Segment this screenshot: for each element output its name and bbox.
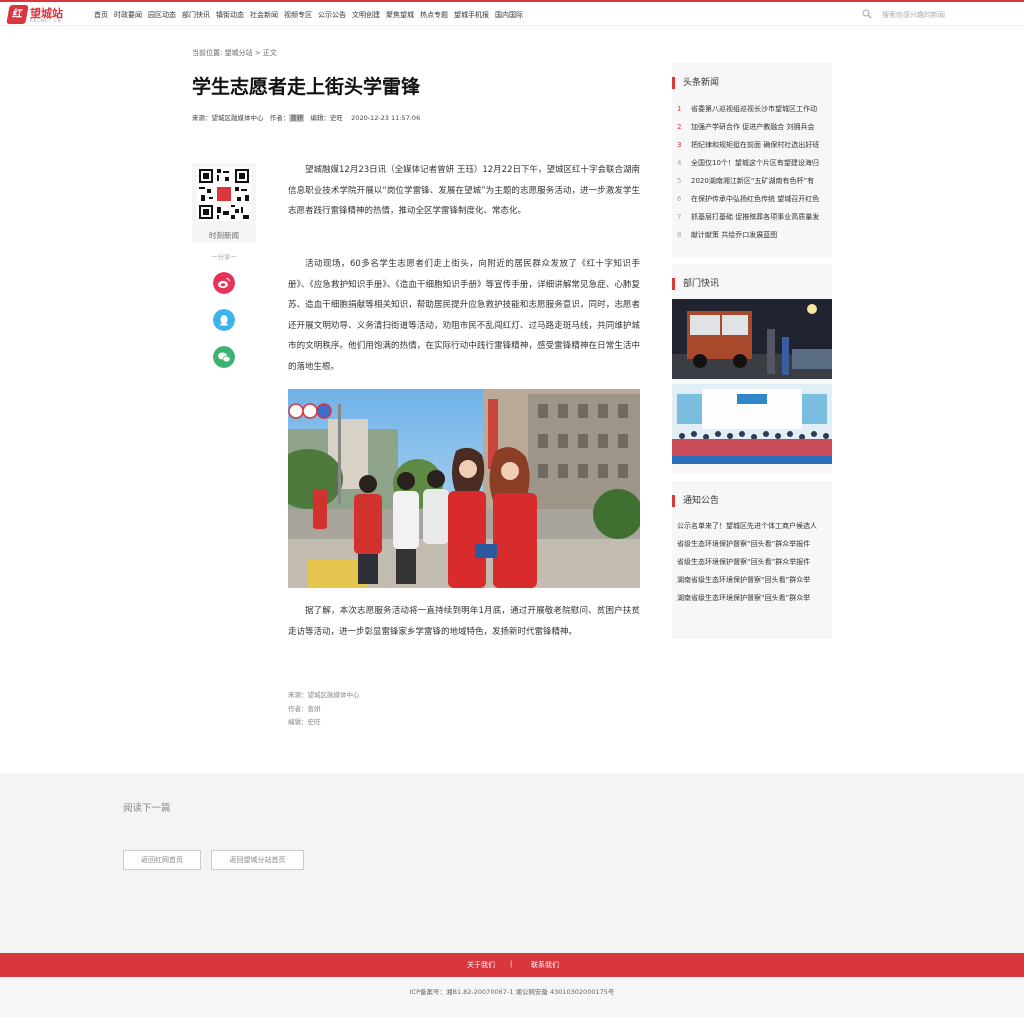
share-separator: 一分享一 bbox=[211, 253, 237, 261]
footer-divider: | bbox=[510, 960, 513, 968]
article-title: 学生志愿者走上街头学雷锋 bbox=[192, 76, 421, 98]
article-meta: 来源：望城区融媒体中心 作者：曾妍 编辑：史旺 2020-12-23 11:57… bbox=[192, 112, 420, 122]
qr-code-box: 时刻新闻 bbox=[192, 163, 256, 243]
dept-news-title: 部门快讯 bbox=[672, 278, 719, 290]
meta-editor: 编辑：史旺 bbox=[310, 114, 343, 122]
nav-item[interactable]: 聚焦望城 bbox=[386, 10, 414, 20]
logo-subtext: RECNET.CN bbox=[30, 18, 62, 23]
notice-item[interactable]: 湖南省级生态环境保护督察“回头看”群众举 bbox=[677, 571, 827, 589]
headline-rank: 3 bbox=[677, 141, 682, 149]
search-input[interactable] bbox=[882, 9, 992, 20]
icp-footer: ICP备案号：湘B1.82-20070067-1 湘公网安备 430103020… bbox=[0, 977, 1024, 1017]
article-paragraph-2: 活动现场，60多名学生志愿者们走上街头，向附近的居民群众发放了《红十字知识手册》… bbox=[288, 259, 640, 372]
headline-text: 加强产学研合作 促进产教融合 刘拥兵会 bbox=[691, 123, 815, 131]
dept-news-thumbnail-2[interactable] bbox=[672, 384, 832, 464]
weibo-share-icon[interactable] bbox=[213, 272, 235, 294]
dept-news-panel: 部门快讯 bbox=[672, 264, 832, 474]
logo-mark-icon: 红 bbox=[6, 5, 29, 24]
icp-text: ICP备案号：湘B1.82-20070067-1 湘公网安备 430103020… bbox=[409, 988, 615, 996]
notice-item[interactable]: 省级生态环境保护督察“回头看”群众举报件 bbox=[677, 553, 827, 571]
nav-item[interactable]: 部门快讯 bbox=[182, 10, 210, 20]
nav-item[interactable]: 热点专题 bbox=[420, 10, 448, 20]
breadcrumb: 当前位置: 望城分站 > 正文 bbox=[192, 49, 277, 57]
nav-item[interactable]: 时政要闻 bbox=[114, 10, 142, 20]
back-to-rednet-home-button[interactable]: 返回红网首页 bbox=[123, 850, 201, 870]
qq-share-icon[interactable] bbox=[213, 309, 235, 331]
search-icon[interactable] bbox=[862, 9, 872, 19]
contact-us-link[interactable]: 联系我们 bbox=[531, 960, 559, 970]
main-nav: 首页 时政要闻 园区动态 部门快讯 镇街动态 社会新闻 视频专区 公示公告 文明创建 聚焦望城 热点… bbox=[94, 10, 529, 20]
nav-item[interactable]: 社会新闻 bbox=[250, 10, 278, 20]
read-next-title: 阅读下一篇 bbox=[123, 803, 171, 814]
headline-item[interactable]: 1 省委第八巡视组巡视长沙市望城区工作动 bbox=[677, 100, 827, 118]
footer-editor: 编辑：史旺 bbox=[288, 718, 321, 726]
article-paragraph-1: 望城融媒12月23日讯（全媒体记者曾妍 王珏）12月22日下午，望城区红十字会联… bbox=[288, 165, 640, 216]
meta-source: 来源：望城区融媒体中心 bbox=[192, 114, 264, 122]
nav-item[interactable]: 望城手机报 bbox=[454, 10, 489, 20]
headline-item[interactable]: 2 加强产学研合作 促进产教融合 刘拥兵会 bbox=[677, 118, 827, 136]
notice-title: 通知公告 bbox=[672, 495, 719, 507]
read-next-section: 阅读下一篇 返回红网首页 返回望城分站首页 bbox=[0, 773, 1024, 931]
notice-item[interactable]: 公示名单来了！望城区先进个体工商户候选人 bbox=[677, 517, 827, 535]
article-photo-volunteers bbox=[288, 389, 640, 588]
headline-rank: 4 bbox=[677, 159, 682, 167]
qr-code bbox=[197, 167, 251, 221]
meta-author: 曾妍 bbox=[289, 114, 305, 122]
headline-item[interactable]: 5 2020湖南湘江新区“五矿湖南有色杯”有 bbox=[677, 172, 827, 190]
headline-rank: 7 bbox=[677, 213, 682, 221]
headline-text: 2020湖南湘江新区“五矿湖南有色杯”有 bbox=[691, 177, 815, 185]
notice-item[interactable]: 湖南省级生态环境保护督察“回头看”群众举 bbox=[677, 589, 827, 607]
article-paragraph-3: 据了解，本次志愿服务活动将一直持续到明年1月底，通过开展敬老院慰问、贫困户扶贫走… bbox=[288, 606, 640, 637]
dept-news-thumbnail-1[interactable] bbox=[672, 299, 832, 379]
headline-item[interactable]: 4 全国仅10个！望城这个片区有望建设海归 bbox=[677, 154, 827, 172]
headline-rank: 6 bbox=[677, 195, 682, 203]
headline-text: 在保护传承中弘扬红色传统 望城召开红色 bbox=[691, 195, 820, 203]
headlines-title: 头条新闻 bbox=[672, 77, 719, 89]
footer-author: 作者：曾妍 bbox=[288, 705, 321, 713]
search-box bbox=[862, 9, 1002, 21]
wechat-share-icon[interactable] bbox=[213, 346, 235, 368]
headline-rank: 5 bbox=[677, 177, 682, 185]
headline-rank: 8 bbox=[677, 231, 682, 239]
site-header: 红 望城站 RECNET.CN 首页 时政要闻 园区动态 部门快讯 镇街动态 社会新闻 视频… bbox=[0, 2, 1024, 26]
nav-item[interactable]: 镇街动态 bbox=[216, 10, 244, 20]
headline-text: 全国仅10个！望城这个片区有望建设海归 bbox=[691, 159, 819, 167]
headline-text: 献计献策 共绘乔口发展蓝图 bbox=[691, 231, 778, 239]
headline-text: 省委第八巡视组巡视长沙市望城区工作动 bbox=[691, 105, 817, 113]
notice-panel: 通知公告 公示名单来了！望城区先进个体工商户候选人 省级生态环境保护督察“回头看”… bbox=[672, 481, 832, 639]
footer-source: 来源：望城区融媒体中心 bbox=[288, 691, 360, 699]
headlines-list: 1 省委第八巡视组巡视长沙市望城区工作动 2 加强产学研合作 促进产教融合 刘拥兵会 3… bbox=[677, 100, 827, 244]
nav-item[interactable]: 首页 bbox=[94, 10, 108, 20]
nav-item[interactable]: 公示公告 bbox=[318, 10, 346, 20]
footer-link-bar: 关于我们 | 联系我们 bbox=[0, 953, 1024, 977]
back-to-branch-home-button[interactable]: 返回望城分站首页 bbox=[211, 850, 304, 870]
headline-rank: 1 bbox=[677, 105, 682, 113]
nav-item[interactable]: 园区动态 bbox=[148, 10, 176, 20]
nav-item[interactable]: 国内国际 bbox=[495, 10, 523, 20]
meta-time: 2020-12-23 11:57:06 bbox=[351, 114, 421, 122]
headlines-panel: 头条新闻 1 省委第八巡视组巡视长沙市望城区工作动 2 加强产学研合作 促进产教融合 … bbox=[672, 63, 832, 258]
nav-item[interactable]: 视频专区 bbox=[284, 10, 312, 20]
about-us-link[interactable]: 关于我们 bbox=[467, 960, 495, 970]
headline-rank: 2 bbox=[677, 123, 682, 131]
headline-item[interactable]: 3 把纪律和规矩挺在前面 确保村社选出好班 bbox=[677, 136, 827, 154]
notice-item[interactable]: 省级生态环境保护督察“回头看”群众举报件 bbox=[677, 535, 827, 553]
site-logo[interactable]: 红 望城站 RECNET.CN bbox=[6, 5, 70, 24]
headline-text: 把纪律和规矩挺在前面 确保村社选出好班 bbox=[691, 141, 820, 149]
nav-item[interactable]: 文明创建 bbox=[352, 10, 380, 20]
headline-text: 抓基层打基础 促推殡葬各项事业高质量发 bbox=[691, 213, 820, 221]
headline-item[interactable]: 8 献计献策 共绘乔口发展蓝图 bbox=[677, 226, 827, 244]
qr-label: 时刻新闻 bbox=[209, 231, 239, 240]
headline-item[interactable]: 6 在保护传承中弘扬红色传统 望城召开红色 bbox=[677, 190, 827, 208]
meta-author-label: 作者： bbox=[269, 114, 290, 122]
notice-list: 公示名单来了！望城区先进个体工商户候选人 省级生态环境保护督察“回头看”群众举报件… bbox=[677, 517, 827, 607]
headline-item[interactable]: 7 抓基层打基础 促推殡葬各项事业高质量发 bbox=[677, 208, 827, 226]
footer-gap bbox=[0, 931, 1024, 953]
